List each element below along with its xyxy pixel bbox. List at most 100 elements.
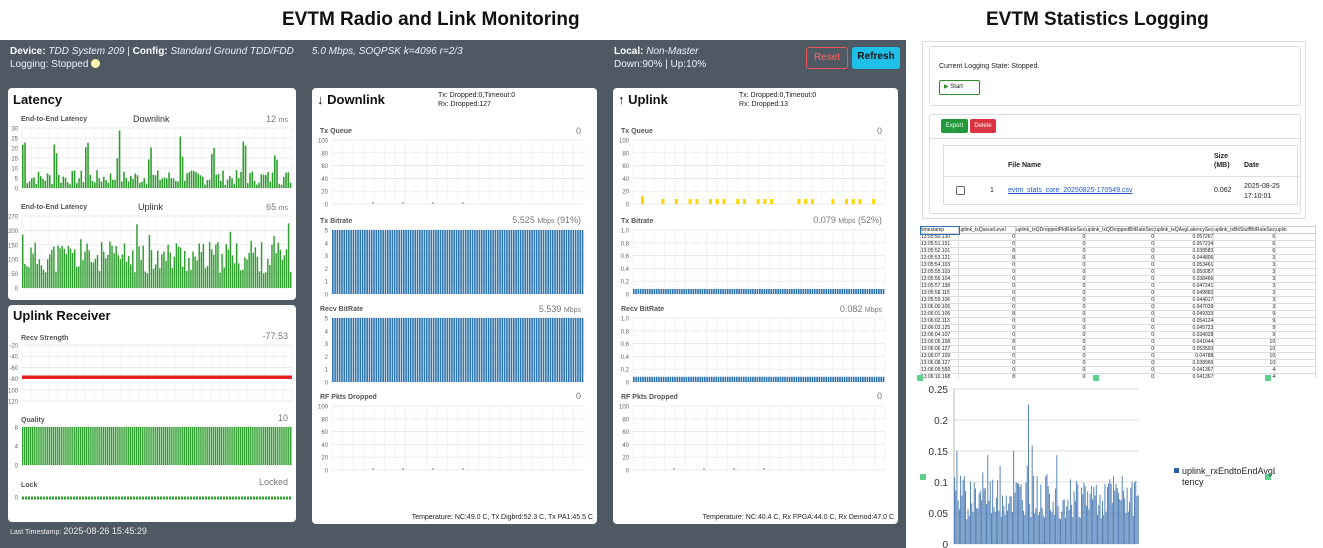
sheet-cell[interactable]: 0.053593: [1154, 345, 1215, 353]
sheet-cell[interactable]: 0: [958, 268, 1016, 276]
sheet-cell[interactable]: 0: [958, 366, 1016, 374]
sheet-cell[interactable]: 0: [1014, 282, 1087, 290]
sheet-cell[interactable]: 3: [1213, 254, 1277, 262]
refresh-button[interactable]: Refresh: [852, 47, 900, 69]
sheet-cell[interactable]: 0: [958, 261, 1016, 269]
sheet-cell[interactable]: 0: [1014, 240, 1087, 248]
sheet-cell[interactable]: 0: [1085, 247, 1156, 255]
sheet-cell[interactable]: 13:05:53.121: [920, 254, 959, 262]
sheet-cell[interactable]: 13:06:02.113: [920, 317, 959, 325]
sheet-cell[interactable]: 13:06:10.168: [920, 373, 959, 378]
sheet-cell[interactable]: 0: [1014, 303, 1087, 311]
sheet-cell[interactable]: 0: [1014, 331, 1087, 339]
sheet-cell[interactable]: 8: [958, 338, 1016, 346]
sheet-header[interactable]: uplink_txQDroppedPktRateSec: [1014, 226, 1087, 234]
sheet-cell[interactable]: 0: [1085, 275, 1156, 283]
sheet-header[interactable]: uplin: [1275, 226, 1317, 234]
sheet-cell[interactable]: 0: [1014, 254, 1087, 262]
sheet-cell[interactable]: 0: [958, 359, 1016, 367]
sheet-cell[interactable]: 13:06:03.125: [920, 324, 959, 332]
export-button[interactable]: Export: [941, 119, 968, 133]
sheet-cell[interactable]: 0.045723: [1154, 324, 1215, 332]
sheet-cell[interactable]: 6: [1213, 233, 1277, 241]
sheet-cell[interactable]: 0: [1085, 331, 1156, 339]
sheet-cell[interactable]: 0: [958, 331, 1016, 339]
sheet-cell[interactable]: 0.054124: [1154, 317, 1215, 325]
sheet-cell[interactable]: 0.041367: [1154, 373, 1215, 378]
sheet-cell[interactable]: 0: [1014, 338, 1087, 346]
sheet-cell[interactable]: 0.038583: [1154, 247, 1215, 255]
sheet-cell[interactable]: 6: [1213, 247, 1277, 255]
log-file-link[interactable]: evtm_stats_core_20250825-170549.csv: [1008, 187, 1133, 194]
sheet-cell[interactable]: 0.053461: [1154, 261, 1215, 269]
sheet-cell[interactable]: 0: [1014, 352, 1087, 360]
sheet-cell[interactable]: 0: [1085, 233, 1156, 241]
sheet-cell[interactable]: 8: [958, 254, 1016, 262]
sheet-cell[interactable]: 0: [1014, 233, 1087, 241]
sheet-cell[interactable]: 10: [1213, 338, 1277, 346]
sheet-cell[interactable]: 0.050087: [1154, 268, 1215, 276]
sheet-cell[interactable]: 10: [1213, 359, 1277, 367]
sheet-cell[interactable]: 0.041044: [1154, 338, 1215, 346]
sheet-cell[interactable]: 0: [1085, 352, 1156, 360]
sheet-cell[interactable]: 0: [1014, 268, 1087, 276]
start-button[interactable]: ▶ Start: [939, 80, 980, 95]
sheet-cell[interactable]: 0: [1014, 296, 1087, 304]
sheet-header[interactable]: uplink_txQueueLevel: [958, 226, 1016, 234]
sheet-cell[interactable]: 8: [958, 373, 1016, 378]
sheet-cell[interactable]: 13:05:56.104: [920, 275, 959, 283]
sheet-cell[interactable]: 4: [1213, 366, 1277, 374]
sheet-cell[interactable]: 10: [1213, 345, 1277, 353]
sheet-header[interactable]: uplink_txQAvgLatencySec: [1154, 226, 1215, 234]
sheet-cell[interactable]: 0: [958, 345, 1016, 353]
sheet-cell[interactable]: 0.04788: [1154, 352, 1215, 360]
reset-button[interactable]: Reset: [806, 47, 848, 69]
sheet-cell[interactable]: 0: [958, 275, 1016, 283]
sheet-cell[interactable]: 0: [958, 317, 1016, 325]
sheet-cell[interactable]: 0.041367: [1154, 366, 1215, 374]
sheet-cell[interactable]: 0: [1014, 275, 1087, 283]
sheet-cell[interactable]: 13:05:52.101: [920, 247, 959, 255]
sheet-cell[interactable]: 13:05:57.138: [920, 282, 959, 290]
sheet-cell[interactable]: 9: [1213, 324, 1277, 332]
sheet-cell[interactable]: 0: [1085, 338, 1156, 346]
sheet-cell[interactable]: 13:06:06.127: [920, 345, 959, 353]
sheet-cell[interactable]: 8: [958, 247, 1016, 255]
sheet-cell[interactable]: 3: [1213, 275, 1277, 283]
sheet-cell[interactable]: 0: [1085, 254, 1156, 262]
sheet-cell[interactable]: 0: [958, 282, 1016, 290]
sheet-cell[interactable]: 13:06:07.109: [920, 352, 959, 360]
sheet-cell[interactable]: 13:05:59.106: [920, 296, 959, 304]
sheet-cell[interactable]: 0: [1014, 247, 1087, 255]
sheet-cell[interactable]: 0: [958, 240, 1016, 248]
sheet-cell[interactable]: 13:05:54.103: [920, 261, 959, 269]
sheet-cell[interactable]: 0: [958, 296, 1016, 304]
row-checkbox[interactable]: [956, 186, 965, 195]
sheet-cell[interactable]: 0.047241: [1154, 282, 1215, 290]
sheet-cell[interactable]: 0: [1085, 303, 1156, 311]
sheet-cell[interactable]: 0.034028: [1154, 331, 1215, 339]
sheet-cell[interactable]: 0: [1014, 359, 1087, 367]
sheet-cell[interactable]: 0.057267: [1154, 233, 1215, 241]
sheet-cell[interactable]: 0: [1014, 324, 1087, 332]
sheet-cell[interactable]: 0: [1014, 310, 1087, 318]
sheet-cell[interactable]: 0: [958, 352, 1016, 360]
sheet-cell[interactable]: 0: [1085, 359, 1156, 367]
sheet-cell[interactable]: 0.057234: [1154, 240, 1215, 248]
sheet-cell[interactable]: 0: [1085, 317, 1156, 325]
sheet-cell[interactable]: 0: [958, 233, 1016, 241]
sheet-cell[interactable]: 3: [1213, 303, 1277, 311]
sheet-cell[interactable]: 9: [1213, 310, 1277, 318]
sheet-cell[interactable]: 0: [1014, 317, 1087, 325]
sheet-cell[interactable]: 0: [1085, 268, 1156, 276]
sheet-cell[interactable]: 0: [1085, 366, 1156, 374]
sheet-header[interactable]: uplink_txQDroppedBitRateSec: [1085, 226, 1156, 234]
sheet-cell[interactable]: 0.049882: [1154, 289, 1215, 297]
sheet-cell[interactable]: 13:06:01.106: [920, 310, 959, 318]
sheet-cell[interactable]: 0: [1014, 373, 1087, 378]
sheet-cell[interactable]: 13:06:09.559: [920, 366, 959, 374]
sheet-cell[interactable]: 0: [1085, 310, 1156, 318]
sheet-cell[interactable]: 0: [1085, 324, 1156, 332]
delete-button[interactable]: Delete: [970, 119, 996, 133]
sheet-cell[interactable]: 0.047039: [1154, 303, 1215, 311]
